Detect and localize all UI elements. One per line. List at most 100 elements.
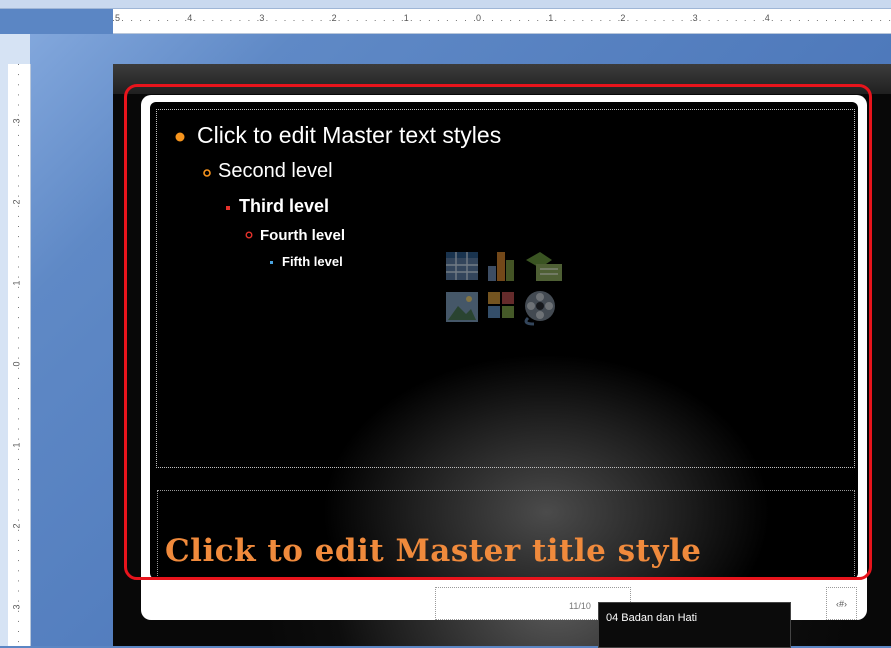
ruler-tick — [780, 20, 782, 21]
ruler-tick — [18, 539, 19, 541]
ruler-number: 1 — [11, 280, 22, 286]
ruler-tick — [18, 418, 19, 420]
ruler-tick — [131, 20, 133, 21]
ruler-tick — [18, 94, 19, 96]
ruler-tick — [320, 20, 322, 21]
ruler-tick — [221, 20, 223, 21]
ruler-tick — [582, 20, 584, 21]
ruler-tick — [708, 20, 710, 21]
ruler-tick — [338, 20, 340, 21]
ruler-number: 2 — [11, 523, 22, 529]
ruler-tick — [690, 20, 692, 21]
ruler-tick — [591, 20, 593, 21]
ruler-tick — [18, 185, 19, 187]
ruler-tick — [158, 20, 160, 21]
ruler-tick — [18, 286, 19, 288]
ruler-tick — [257, 20, 259, 21]
ruler-tick — [18, 367, 19, 369]
ruler-tick — [329, 20, 331, 21]
ruler-tick — [18, 155, 19, 157]
ruler-tick — [699, 20, 701, 21]
layout-tooltip — [598, 602, 791, 648]
ruler-tick — [501, 20, 503, 21]
ruler-tick — [18, 499, 19, 501]
horizontal-ruler[interactable]: 5 4 3 2 1 0 1 2 3 4 — [113, 9, 891, 34]
highlight-rectangle — [124, 84, 872, 580]
ruler-tick — [18, 64, 19, 65]
ruler-tick — [248, 20, 250, 21]
ruler-tick — [302, 20, 304, 21]
ruler-tick — [717, 20, 719, 21]
ruler-tick — [18, 114, 19, 116]
ruler-tick — [807, 20, 809, 21]
ruler-tick — [18, 529, 19, 531]
ruler-tick — [428, 20, 430, 21]
ruler-tick — [483, 20, 484, 21]
ruler-tick — [113, 20, 114, 21]
ruler-tick — [122, 20, 123, 21]
ruler-tick — [18, 236, 19, 238]
ruler-tick — [726, 20, 728, 21]
ruler-tick — [18, 620, 19, 622]
top-strip — [0, 0, 891, 9]
ruler-tick — [356, 20, 358, 21]
ruler-number: 4 — [764, 13, 770, 23]
ruler-number: 3 — [11, 604, 22, 610]
ruler-tick — [18, 590, 19, 592]
ruler-tick — [18, 74, 19, 76]
ruler-tick — [762, 20, 764, 21]
ruler-tick — [18, 479, 19, 481]
ruler-number: 4 — [187, 13, 193, 23]
ruler-tick — [18, 377, 19, 379]
ruler-tick — [18, 84, 19, 86]
ruler-tick — [573, 20, 575, 21]
vertical-ruler[interactable]: 3 2 1 0 1 2 3 — [8, 64, 31, 646]
ruler-tick — [18, 631, 19, 632]
ruler-number: 5 — [115, 13, 121, 23]
ruler-tick — [744, 20, 746, 21]
ruler-tick — [18, 317, 19, 319]
ruler-tick — [176, 20, 178, 21]
ruler-tick — [167, 20, 169, 21]
ruler-tick — [835, 20, 836, 21]
ruler-number: 3 — [692, 13, 698, 23]
ruler-tick — [18, 388, 19, 389]
ruler-number: 1 — [403, 13, 409, 23]
ruler-number: 3 — [11, 118, 22, 124]
ruler-tick — [871, 20, 873, 21]
ruler-tick — [18, 307, 19, 308]
ruler-tick — [645, 20, 647, 21]
ruler-number: 3 — [259, 13, 265, 23]
ruler-tick — [419, 20, 421, 21]
ruler-tick — [239, 20, 241, 21]
ruler-tick — [663, 20, 665, 21]
ruler-tick — [528, 20, 530, 21]
ruler-tick — [18, 469, 19, 470]
ruler-tick — [753, 20, 755, 21]
ruler-tick — [347, 20, 349, 21]
ruler-tick — [465, 20, 466, 21]
ruler-tick — [826, 20, 827, 21]
ruler-tick — [519, 20, 521, 21]
ruler-tick — [18, 398, 19, 400]
ruler-tick — [889, 20, 891, 21]
ruler-tick — [185, 20, 187, 21]
ruler-tick — [18, 327, 19, 329]
ruler-tick — [18, 226, 19, 227]
ruler-number: 0 — [11, 361, 22, 367]
ruler-tick — [266, 20, 268, 21]
ruler-tick — [816, 20, 818, 21]
ruler-tick — [18, 550, 19, 551]
ruler-tick — [18, 256, 19, 258]
ruler-tick — [537, 20, 539, 21]
ruler-tick — [600, 20, 602, 21]
ruler-tick — [880, 20, 882, 21]
ruler-tick — [18, 246, 19, 248]
ruler-number: 1 — [11, 442, 22, 448]
ruler-tick — [18, 145, 19, 146]
ruler-number: 2 — [331, 13, 337, 23]
ruler-tick — [18, 570, 19, 572]
ruler-tick — [546, 20, 548, 21]
ruler-number: 2 — [11, 199, 22, 205]
ruler-tick — [18, 266, 19, 268]
